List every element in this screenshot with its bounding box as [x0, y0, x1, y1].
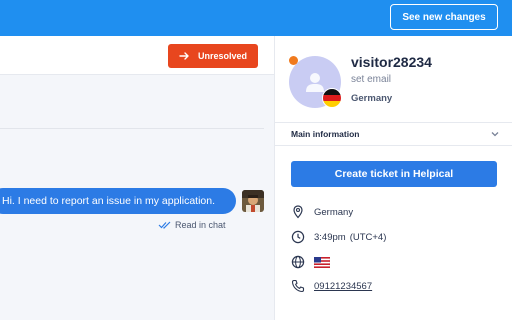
visitor-name: visitor28234 [351, 54, 432, 70]
visitor-country: Germany [351, 93, 393, 104]
double-check-icon [158, 221, 171, 229]
read-status-text: Read in chat [175, 220, 226, 230]
phone-icon [291, 279, 305, 293]
location-pin-icon [293, 205, 303, 219]
read-status: Read in chat [158, 220, 226, 230]
agent-avatar [242, 190, 264, 212]
set-email-link[interactable]: set email [351, 74, 391, 85]
phone-number-link[interactable]: 09121234567 [314, 281, 372, 292]
unresolved-label: Unresolved [197, 51, 248, 61]
main-information-toggle[interactable]: Main information [275, 122, 512, 146]
germany-flag-icon [322, 88, 342, 108]
local-time-text: 3:49pm [314, 231, 346, 243]
local-time-row: 3:49pm (UTC+4) [291, 229, 386, 245]
unresolved-button[interactable]: Unresolved [168, 44, 258, 68]
browser-row [291, 254, 330, 270]
timezone-text: (UTC+4) [349, 231, 387, 243]
phone-row: 09121234567 [291, 278, 372, 294]
arrow-right-icon [179, 52, 189, 60]
visitor-panel: visitor28234 set email Germany Main info… [275, 36, 512, 320]
chevron-down-icon [491, 132, 499, 137]
see-new-changes-button[interactable]: See new changes [390, 4, 498, 30]
browser-flag-icon [314, 256, 330, 268]
chat-area: Unresolved Hi. I need to report an issue… [0, 36, 275, 320]
create-ticket-button[interactable]: Create ticket in Helpical [291, 161, 497, 187]
chat-header: Unresolved [0, 36, 274, 75]
clock-icon [291, 230, 305, 244]
globe-icon [291, 255, 305, 269]
section-title: Main information [291, 129, 360, 139]
location-row: Germany [291, 204, 353, 220]
user-icon [306, 73, 324, 92]
top-banner: See new changes [0, 0, 512, 36]
location-text: Germany [314, 206, 354, 218]
chat-message-bubble: Hi. I need to report an issue in my appl… [0, 188, 236, 214]
chat-message-text: Hi. I need to report an issue in my appl… [2, 195, 216, 207]
chat-divider [0, 128, 264, 129]
online-status-dot [289, 56, 298, 65]
